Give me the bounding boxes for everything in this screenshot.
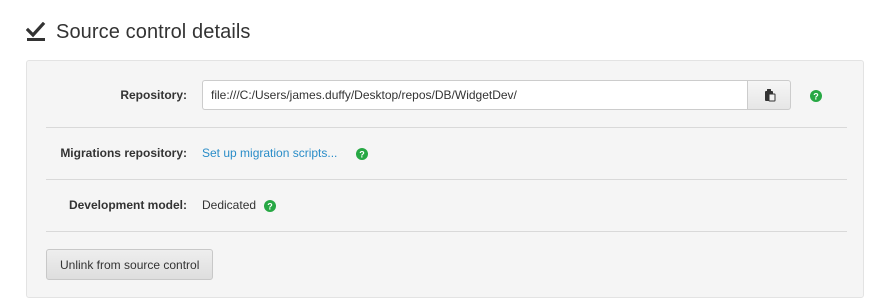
migrations-label: Migrations repository: bbox=[60, 146, 187, 160]
page-title-text: Source control details bbox=[56, 20, 251, 43]
unlink-from-source-control-button[interactable]: Unlink from source control bbox=[46, 249, 214, 280]
checkmark-underline-icon bbox=[25, 21, 46, 42]
source-control-panel: Repository: ? Migrations reposi bbox=[26, 60, 864, 298]
repository-label: Repository: bbox=[120, 88, 187, 102]
svg-text:?: ? bbox=[267, 201, 273, 211]
svg-text:?: ? bbox=[813, 91, 819, 101]
page-title: Source control details bbox=[25, 18, 251, 46]
browse-button[interactable] bbox=[747, 80, 791, 110]
migrations-help-icon[interactable]: ? bbox=[356, 147, 369, 160]
migrations-row: Migrations repository: Set up migration … bbox=[46, 142, 847, 164]
browse-folder-icon bbox=[762, 88, 776, 102]
divider bbox=[46, 179, 847, 180]
divider bbox=[46, 127, 847, 128]
repository-help-icon[interactable]: ? bbox=[810, 89, 822, 102]
repository-input-group bbox=[202, 80, 791, 110]
development-model-help-icon[interactable]: ? bbox=[264, 199, 277, 212]
development-model-value: Dedicated bbox=[202, 198, 257, 212]
development-model-row: Development model: Dedicated ? bbox=[46, 194, 847, 216]
divider bbox=[46, 231, 847, 232]
repository-row: Repository: ? bbox=[46, 79, 847, 111]
setup-migration-scripts-link[interactable]: Set up migration scripts... bbox=[202, 146, 337, 160]
development-model-label: Development model: bbox=[68, 198, 187, 212]
svg-text:?: ? bbox=[360, 149, 366, 159]
repository-input[interactable] bbox=[202, 80, 747, 110]
